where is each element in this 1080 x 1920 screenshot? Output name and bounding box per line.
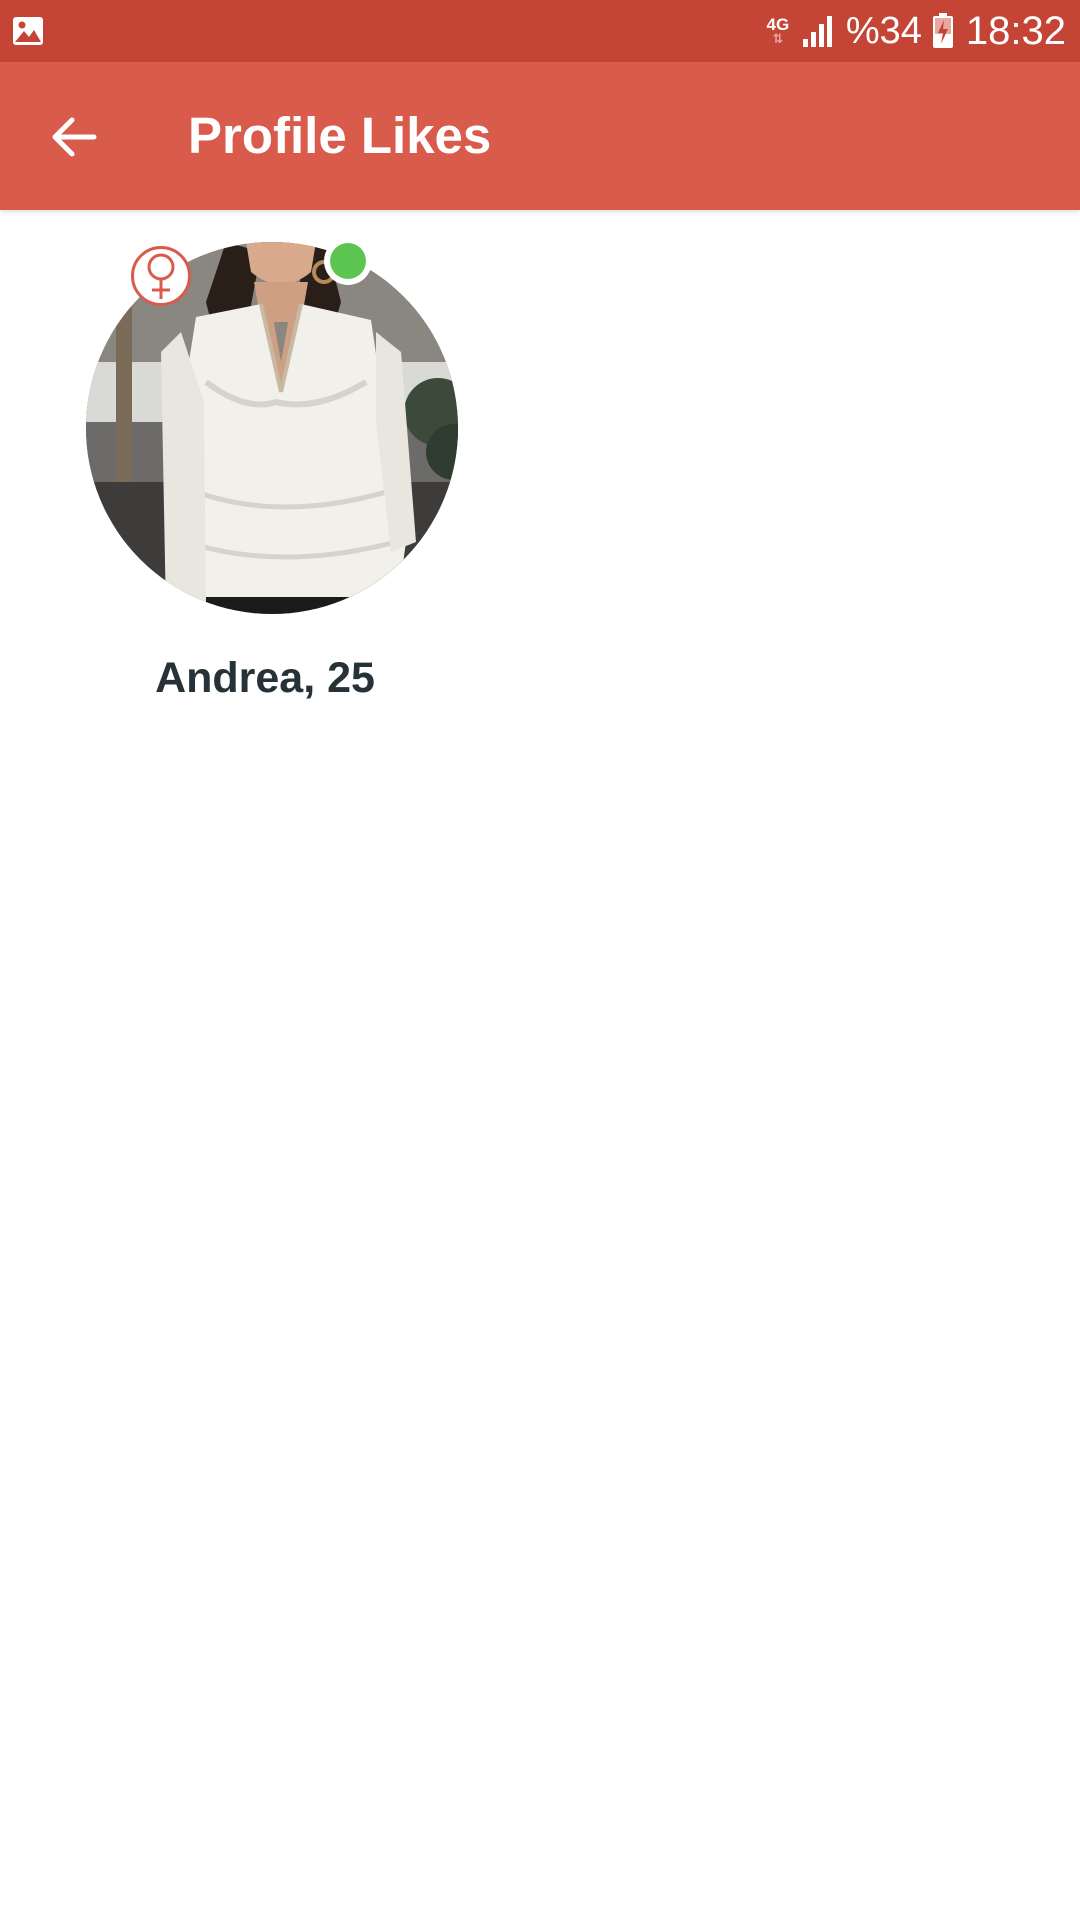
- status-bar: 4G ⇅ %34 18:32: [0, 0, 1080, 62]
- page-title: Profile Likes: [188, 107, 492, 164]
- app-bar: Profile Likes: [0, 62, 1080, 210]
- battery-charging-icon: [932, 13, 953, 48]
- network-activity-icon: ⇅: [772, 31, 784, 46]
- online-status-indicator: [324, 237, 372, 285]
- back-button[interactable]: [34, 102, 114, 172]
- female-symbol-icon: [147, 253, 175, 299]
- status-indicators: 4G ⇅ %34 18:32: [764, 0, 1066, 62]
- online-status-dot: [330, 243, 366, 279]
- clock: 18:32: [965, 9, 1066, 53]
- gender-badge: [131, 246, 191, 306]
- arrow-left-icon: [52, 117, 97, 157]
- profile-name-age: Andrea, 25: [155, 654, 375, 702]
- battery-percentage: %34: [845, 10, 922, 52]
- gallery-notification-icon: [13, 17, 43, 45]
- signal-strength-icon: [802, 16, 832, 47]
- profile-card[interactable]: Andrea, 25: [60, 226, 470, 726]
- network-type: 4G ⇅: [764, 16, 792, 46]
